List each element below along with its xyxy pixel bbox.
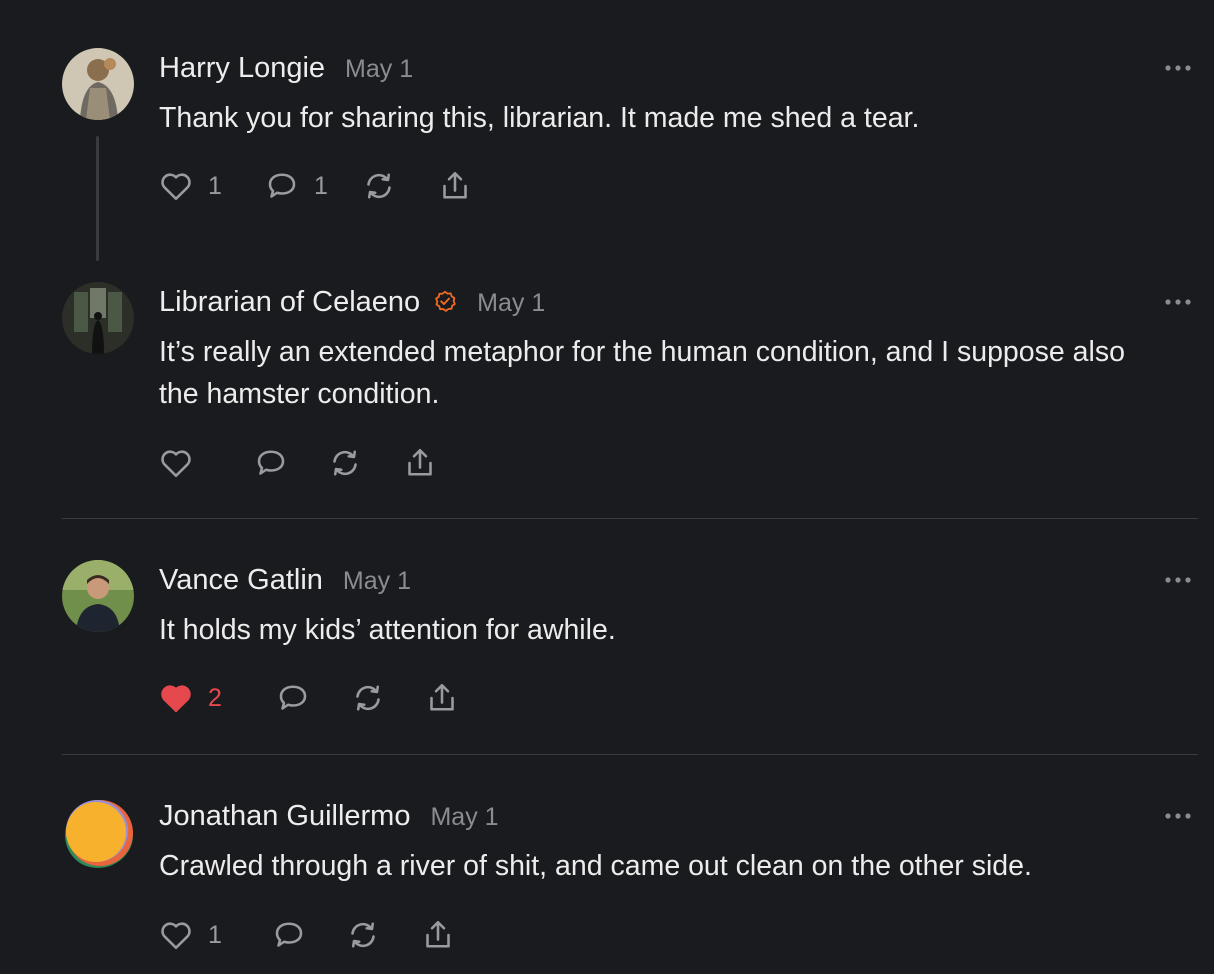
share-button[interactable] xyxy=(402,445,438,481)
comment-header: Librarian of Celaeno May 1 xyxy=(159,286,545,319)
comment-text: It’s really an extended metaphor for the… xyxy=(159,336,1125,410)
restack-icon xyxy=(333,450,357,476)
comment-text: Crawled through a river of shit, and cam… xyxy=(159,850,1032,882)
author-name[interactable]: Harry Longie xyxy=(159,52,325,85)
comment-bubble-icon xyxy=(279,685,307,710)
more-options-button[interactable] xyxy=(1163,574,1193,586)
heart-icon xyxy=(161,922,191,950)
share-button[interactable] xyxy=(424,680,460,716)
share-icon xyxy=(408,448,432,476)
like-count: 1 xyxy=(208,171,222,200)
verified-badge-icon xyxy=(433,289,457,313)
comment-date[interactable]: May 1 xyxy=(477,289,545,318)
share-icon xyxy=(443,171,467,199)
share-icon xyxy=(430,683,454,711)
reply-button[interactable] xyxy=(253,445,289,481)
comment-item: Vance Gatlin May 1 It holds my kids’ att… xyxy=(0,519,1214,754)
like-count: 1 xyxy=(208,920,222,949)
comment-text: Thank you for sharing this, librarian. I… xyxy=(159,102,920,134)
like-button[interactable] xyxy=(158,445,194,481)
restack-button[interactable] xyxy=(361,168,397,204)
restack-icon xyxy=(356,685,380,711)
comment-header: Harry Longie May 1 xyxy=(159,52,413,85)
author-name[interactable]: Jonathan Guillermo xyxy=(159,800,410,833)
comment-date[interactable]: May 1 xyxy=(345,55,413,84)
like-count: 2 xyxy=(208,683,222,712)
reply-button[interactable] xyxy=(275,680,311,716)
more-horizontal-icon xyxy=(1165,65,1191,71)
comment-item: Librarian of Celaeno May 1 It’s really a… xyxy=(0,260,1214,518)
comment-header: Vance Gatlin May 1 xyxy=(159,564,411,597)
reply-button[interactable]: 1 xyxy=(264,168,328,204)
comment-bubble-icon xyxy=(275,922,303,947)
comment-bubble-icon xyxy=(268,173,296,198)
more-horizontal-icon xyxy=(1165,577,1191,583)
restack-button[interactable] xyxy=(350,680,386,716)
comment-item: Harry Longie May 1 Thank you for sharing… xyxy=(0,0,1214,261)
like-button[interactable]: 2 xyxy=(158,680,222,716)
author-name[interactable]: Librarian of Celaeno xyxy=(159,286,420,319)
reply-count: 1 xyxy=(314,171,328,200)
more-horizontal-icon xyxy=(1165,813,1191,819)
restack-button[interactable] xyxy=(345,917,381,953)
share-button[interactable] xyxy=(437,168,473,204)
comment-bubble-icon xyxy=(257,450,285,475)
more-options-button[interactable] xyxy=(1163,810,1193,822)
comment-date[interactable]: May 1 xyxy=(430,803,498,832)
like-button[interactable]: 1 xyxy=(158,917,222,953)
restack-icon xyxy=(351,922,375,948)
share-icon xyxy=(426,920,450,948)
more-options-button[interactable] xyxy=(1163,62,1193,74)
comment-date[interactable]: May 1 xyxy=(343,567,411,596)
heart-icon xyxy=(161,685,191,713)
comment-item: Jonathan Guillermo May 1 Crawled through… xyxy=(0,755,1214,974)
avatar[interactable] xyxy=(62,560,134,632)
heart-icon xyxy=(161,450,191,478)
more-options-button[interactable] xyxy=(1163,296,1193,308)
reply-button[interactable] xyxy=(271,917,307,953)
author-name[interactable]: Vance Gatlin xyxy=(159,564,323,597)
restack-icon xyxy=(367,173,391,199)
share-button[interactable] xyxy=(420,917,456,953)
restack-button[interactable] xyxy=(327,445,363,481)
comment-text: It holds my kids’ attention for awhile. xyxy=(159,614,616,646)
avatar[interactable] xyxy=(62,282,134,354)
thread-line xyxy=(96,136,99,261)
avatar[interactable] xyxy=(62,796,134,868)
more-horizontal-icon xyxy=(1165,299,1191,305)
comment-header: Jonathan Guillermo May 1 xyxy=(159,800,499,833)
avatar[interactable] xyxy=(62,48,134,120)
heart-icon xyxy=(161,173,191,201)
like-button[interactable]: 1 xyxy=(158,168,222,204)
